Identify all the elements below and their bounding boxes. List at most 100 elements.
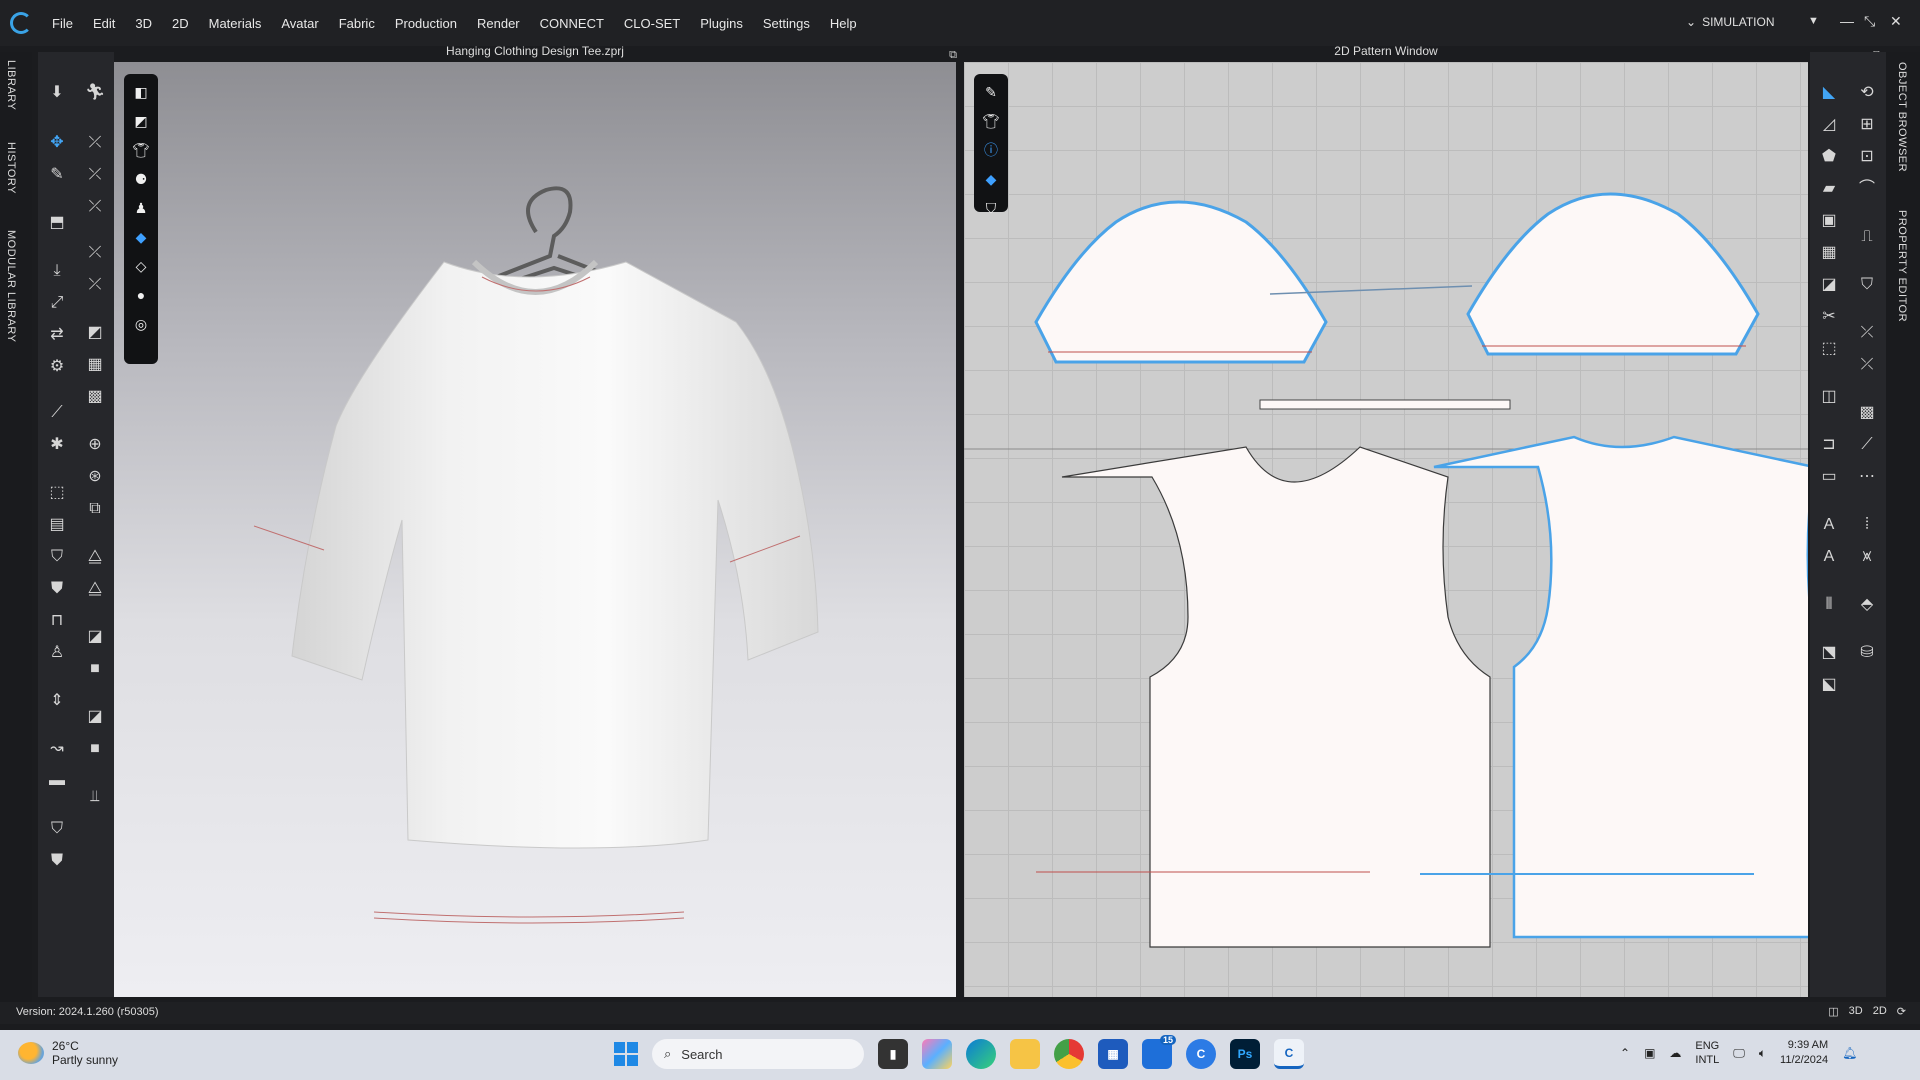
grainline-icon[interactable]: ▭ <box>1816 466 1842 488</box>
pants-icon[interactable]: ⊓ <box>44 610 70 632</box>
menu-production[interactable]: Production <box>395 16 457 31</box>
refresh-icon[interactable]: ⟳ <box>1897 1005 1906 1018</box>
seamline-icon[interactable]: ⦀ <box>1816 594 1842 616</box>
dart-icon[interactable]: ⬚ <box>1816 338 1842 360</box>
tab-modular-library[interactable]: MODULAR LIBRARY <box>5 230 17 342</box>
anchor-icon[interactable]: ⫫ <box>82 786 108 808</box>
viewport-3d[interactable]: ◧ ◩ 👕︎ ⚈ ♟ ◆ ◇ ● ◎ <box>114 62 956 997</box>
tab-library[interactable]: LIBRARY <box>5 60 17 110</box>
select-move-icon[interactable]: ⬇ <box>44 82 70 104</box>
notification-bell-icon[interactable]: 🔔︎ <box>1842 1046 1857 1060</box>
puckering-icon[interactable]: ⬔ <box>1816 642 1842 664</box>
trim-box-icon[interactable]: ■ <box>82 658 108 680</box>
sewing-machine-icon[interactable]: ⎍ <box>1854 226 1880 248</box>
language-indicator[interactable]: ENG INTL <box>1695 1039 1719 1067</box>
internal-polygon-icon[interactable]: ▣ <box>1816 210 1842 232</box>
ruler-icon[interactable]: ⇕ <box>44 690 70 712</box>
pin-icon[interactable]: ⤓ <box>44 260 70 282</box>
mail-icon[interactable]: 15 <box>1142 1035 1176 1069</box>
cut-icon[interactable]: ✂ <box>1816 306 1842 328</box>
jacket-icon[interactable]: ⛊ <box>44 578 70 600</box>
garment-fit-icon[interactable]: ⛊ <box>44 850 70 872</box>
button-icon[interactable]: ⊕ <box>82 434 108 456</box>
trace-icon[interactable]: ◪ <box>1816 274 1842 296</box>
copilot-icon[interactable] <box>922 1039 952 1069</box>
fold-icon[interactable]: ⬒ <box>44 212 70 234</box>
graphic-icon[interactable]: ▦ <box>82 354 108 376</box>
store-icon[interactable]: ▦ <box>1098 1039 1128 1069</box>
line-icon[interactable]: ⟋ <box>44 402 70 424</box>
menu-clo-set[interactable]: CLO-SET <box>624 16 680 31</box>
photoshop-icon[interactable]: Ps <box>1230 1039 1260 1069</box>
body-icon[interactable]: ♙ <box>44 642 70 664</box>
menu-edit[interactable]: Edit <box>93 16 115 31</box>
edge-icon[interactable] <box>966 1039 996 1069</box>
polygon-icon[interactable]: ⬟ <box>1816 146 1842 168</box>
file-explorer-icon[interactable] <box>1010 1039 1040 1069</box>
tab-object-browser[interactable]: OBJECT BROWSER <box>1896 62 1908 172</box>
avatar-edit-icon[interactable]: ⬚ <box>44 482 70 504</box>
check-sewing-icon[interactable]: ▩ <box>1854 402 1880 424</box>
arrange-bar-icon[interactable]: ⤫ <box>82 196 108 218</box>
brush-icon[interactable]: ✱ <box>44 434 70 456</box>
menu-connect[interactable]: CONNECT <box>540 16 604 31</box>
mode-selector[interactable]: ⌄ SIMULATION <box>1686 15 1775 29</box>
fold-arrangement-icon[interactable]: ⦙ <box>1854 514 1880 536</box>
clo-active-icon[interactable]: C <box>1274 1039 1304 1069</box>
menu-2d[interactable]: 2D <box>172 16 189 31</box>
close-icon[interactable]: ✕ <box>1890 13 1902 30</box>
scale-icon[interactable]: ▬ <box>44 770 70 792</box>
menu-render[interactable]: Render <box>477 16 520 31</box>
free-sewing-icon[interactable]: ⤫ <box>1854 354 1880 376</box>
cloud-off-icon[interactable]: ☁ <box>1669 1046 1681 1060</box>
chevron-up-icon[interactable]: ⌃ <box>1620 1046 1630 1060</box>
dropdown-arrow-icon[interactable]: ▼ <box>1808 15 1819 27</box>
network-icon[interactable]: 🖵︎ <box>1733 1046 1745 1061</box>
pattern-grading-icon[interactable]: ⬘ <box>1854 594 1880 616</box>
elastic-icon[interactable]: ⬕ <box>1816 674 1842 696</box>
layout-icon[interactable]: ◫ <box>1828 1005 1838 1018</box>
edit-curve-icon[interactable]: ⟲ <box>1854 82 1880 104</box>
internal-rect-icon[interactable]: ▦ <box>1816 242 1842 264</box>
notch-icon[interactable]: ⊐ <box>1816 434 1842 456</box>
arrange-point-icon[interactable]: ⤫ <box>82 164 108 186</box>
menu-avatar[interactable]: Avatar <box>281 16 318 31</box>
texture-icon[interactable]: ◩ <box>82 322 108 344</box>
bezier-icon[interactable]: ⌒ <box>1854 178 1880 200</box>
view-3d-icon[interactable]: 3D <box>1849 1005 1863 1018</box>
select-mesh-icon[interactable]: ⤫ <box>82 242 108 264</box>
menu-settings[interactable]: Settings <box>763 16 810 31</box>
menu-fabric[interactable]: Fabric <box>339 16 375 31</box>
annotation-text-icon[interactable]: A <box>1816 546 1842 568</box>
zipper-icon[interactable]: ⧉ <box>82 498 108 520</box>
tab-property-editor[interactable]: PROPERTY EDITOR <box>1896 210 1908 322</box>
curve-point-icon[interactable]: ⊡ <box>1854 146 1880 168</box>
measure-icon[interactable]: ⚙ <box>44 356 70 378</box>
buttonhole-icon[interactable]: ⊛ <box>82 466 108 488</box>
zipper-slider-icon[interactable]: ⧋ <box>82 546 108 568</box>
block-icon[interactable]: ◪ <box>82 706 108 728</box>
weather-widget[interactable]: 26°C Partly sunny <box>18 1039 118 1067</box>
block-fill-icon[interactable]: ■ <box>82 738 108 760</box>
fold-pattern-icon[interactable]: ◫ <box>1816 386 1842 408</box>
menu-plugins[interactable]: Plugins <box>700 16 743 31</box>
add-point-icon[interactable]: ⊞ <box>1854 114 1880 136</box>
text-icon[interactable]: A <box>1816 514 1842 536</box>
edit-mesh-icon[interactable]: ⤫ <box>82 274 108 296</box>
restore-icon[interactable]: ⤡ <box>1864 13 1875 30</box>
shirt-icon[interactable]: ⛉ <box>44 546 70 568</box>
volume-icon[interactable]: 🔈︎ <box>1759 1046 1766 1061</box>
rectangle-icon[interactable]: ▰ <box>1816 178 1842 200</box>
free-topstitch-icon[interactable]: ⋯ <box>1854 466 1880 488</box>
menu-file[interactable]: File <box>52 16 73 31</box>
tape-icon[interactable]: ↝ <box>44 738 70 760</box>
segment-sewing-icon[interactable]: ⤫ <box>1854 322 1880 344</box>
edit-point-icon[interactable]: ◿ <box>1816 114 1842 136</box>
task-view-icon[interactable]: ▮ <box>878 1039 908 1069</box>
menu-materials[interactable]: Materials <box>209 16 262 31</box>
zigzag-icon[interactable]: ⩙ <box>1854 546 1880 568</box>
garment-icon[interactable]: ⛉ <box>44 818 70 840</box>
layer-icon[interactable]: ▤ <box>44 514 70 536</box>
arrange-icon[interactable]: ⤫ <box>82 132 108 154</box>
tack-icon[interactable]: ✎ <box>44 164 70 186</box>
